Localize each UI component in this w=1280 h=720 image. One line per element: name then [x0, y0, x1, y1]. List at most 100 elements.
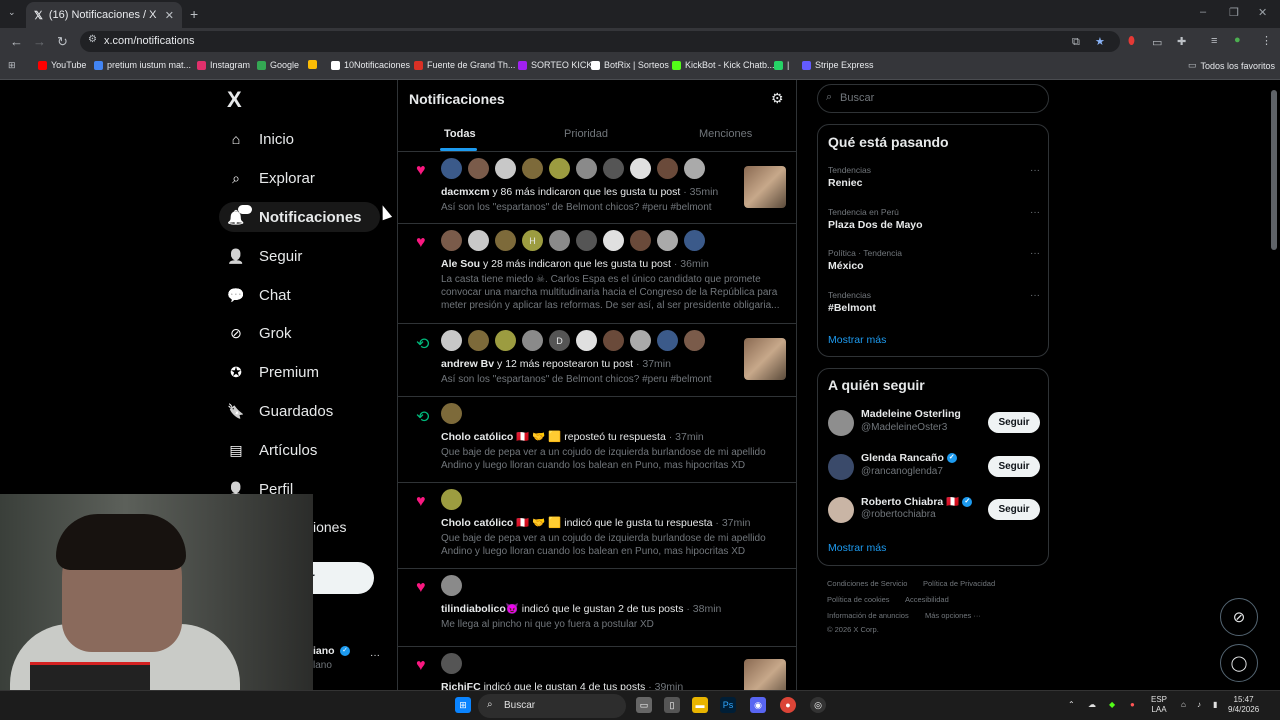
actor-name[interactable]: dacmxcm: [441, 186, 489, 198]
extension-icon[interactable]: ▭: [1152, 36, 1162, 49]
follow-show-more-link[interactable]: Mostrar más: [828, 542, 886, 554]
avatar[interactable]: [441, 653, 462, 674]
bookmark-item[interactable]: SORTEO KICK: [518, 60, 592, 70]
avatar[interactable]: [684, 158, 705, 179]
chrome-icon[interactable]: ●: [780, 697, 796, 713]
trend-more-icon[interactable]: ···: [1030, 207, 1040, 218]
avatar[interactable]: [828, 410, 854, 436]
avatar[interactable]: [684, 230, 705, 251]
avatar[interactable]: [576, 230, 597, 251]
avatar[interactable]: [522, 158, 543, 179]
new-tab-icon[interactable]: +: [190, 6, 198, 22]
account-menu-icon[interactable]: ···: [370, 650, 380, 661]
footer-link[interactable]: Política de Privacidad: [923, 579, 995, 588]
page-scrollbar[interactable]: [1271, 90, 1277, 250]
bookmark-item[interactable]: Stripe Express: [802, 60, 874, 70]
sidebar-item-notificaciones[interactable]: 🔔 16 Notificaciones: [219, 202, 380, 232]
sidebar-item-premium[interactable]: ✪ Premium: [226, 357, 319, 387]
trend-item[interactable]: Política · Tendencia México ···: [828, 248, 1040, 272]
avatar[interactable]: H: [522, 230, 543, 251]
browser-tab[interactable]: 𝕏 (16) Notificaciones / X ✕: [26, 2, 182, 28]
bookmark-item[interactable]: Instagram: [197, 60, 250, 70]
avatar[interactable]: [441, 330, 462, 351]
avatar[interactable]: [630, 330, 651, 351]
avatar[interactable]: [828, 497, 854, 523]
trend-item[interactable]: Tendencia en Perú Plaza Dos de Mayo ···: [828, 207, 1040, 231]
all-bookmarks[interactable]: ▭ Todos los favoritos: [1188, 60, 1275, 71]
bookmark-item[interactable]: |: [774, 60, 789, 70]
post-thumbnail[interactable]: [744, 166, 786, 208]
window-close-icon[interactable]: ✕: [1258, 6, 1267, 19]
follow-name[interactable]: Madeleine Osterling: [861, 408, 961, 420]
tab-menciones[interactable]: Menciones: [699, 128, 752, 140]
sidebar-item-chat[interactable]: 💬 Chat: [226, 280, 290, 310]
discord-icon[interactable]: ◉: [750, 697, 766, 713]
footer-link[interactable]: Más opciones ···: [925, 611, 981, 620]
reload-icon[interactable]: ↻: [57, 34, 68, 50]
forward-icon[interactable]: →: [33, 34, 46, 49]
trend-more-icon[interactable]: ···: [1030, 165, 1040, 176]
avatar[interactable]: [468, 230, 489, 251]
trend-item[interactable]: Tendencias #Belmont ···: [828, 290, 1040, 314]
sidebar-item-guardados[interactable]: 🔖 Guardados: [226, 396, 333, 426]
apps-grid-icon[interactable]: ⊞: [8, 60, 16, 71]
minimize-icon[interactable]: –: [1200, 6, 1206, 18]
actor-name[interactable]: Ale Sou: [441, 258, 480, 270]
avatar[interactable]: [576, 158, 597, 179]
avatar[interactable]: [441, 575, 462, 596]
actor-name[interactable]: tilindiabolico😈: [441, 603, 519, 615]
follow-button[interactable]: Seguir: [988, 455, 1040, 477]
volume-icon[interactable]: ♪: [1197, 700, 1201, 710]
photoshop-icon[interactable]: Ps: [720, 697, 736, 713]
clock[interactable]: 15:47 9/4/2026: [1228, 695, 1259, 715]
bookmark-item[interactable]: pretium iustum mat...: [94, 60, 191, 70]
avatar[interactable]: [603, 230, 624, 251]
tab-prioridad[interactable]: Prioridad: [564, 128, 608, 140]
tray-app-icon[interactable]: ☁: [1088, 700, 1096, 710]
avatar[interactable]: [468, 330, 489, 351]
messages-fab-icon[interactable]: ◯: [1220, 644, 1258, 682]
avatar[interactable]: [603, 330, 624, 351]
bookmark-item[interactable]: 10Notificaciones: [331, 60, 410, 70]
taskbar-search[interactable]: ⌕ Buscar: [478, 694, 626, 718]
search-input[interactable]: ⌕ Buscar: [817, 84, 1049, 113]
settings-gear-icon[interactable]: ⚙: [771, 90, 784, 107]
maximize-icon[interactable]: ❐: [1229, 6, 1239, 19]
windows-start-icon[interactable]: ⊞: [455, 697, 471, 713]
avatar[interactable]: [522, 330, 543, 351]
actor-name[interactable]: Cholo católico: [441, 431, 513, 443]
account-name-partial[interactable]: iano: [313, 645, 335, 657]
avatar[interactable]: [684, 330, 705, 351]
bookmark-item[interactable]: Google: [257, 60, 299, 70]
bookmark-item[interactable]: Fuente de Grand Th...: [414, 60, 515, 70]
sidebar-item-articulos[interactable]: ▤ Artículos: [226, 435, 317, 465]
avatar[interactable]: [441, 230, 462, 251]
avatar[interactable]: D: [549, 330, 570, 351]
bookmark-item[interactable]: BotRix | Sorteos: [591, 60, 669, 70]
footer-link[interactable]: Información de anuncios: [827, 611, 909, 620]
sidebar-item-seguir[interactable]: 👤 Seguir: [226, 241, 302, 271]
battery-icon[interactable]: ▮: [1213, 700, 1217, 710]
obs-icon[interactable]: ◎: [810, 697, 826, 713]
sidebar-item-grok[interactable]: ⊘ Grok: [226, 318, 291, 348]
footer-link[interactable]: Política de cookies: [827, 595, 890, 604]
trend-item[interactable]: Tendencias Reniec ···: [828, 165, 1040, 189]
avatar[interactable]: [441, 158, 462, 179]
notification-row[interactable]: ⟲ Cholo católico 🇵🇪 🤝 🟨 reposteó tu respu…: [398, 397, 796, 483]
sidebar-item-explorar[interactable]: ⌕ Explorar: [226, 163, 315, 193]
network-icon[interactable]: ⌂: [1181, 700, 1186, 710]
media-icon[interactable]: ≡: [1211, 35, 1217, 47]
tab-close-icon[interactable]: ✕: [165, 9, 174, 22]
avatar[interactable]: [495, 230, 516, 251]
notification-row[interactable]: ⟲ Dandrew Bv y 12 más repostearon tu post…: [398, 324, 796, 397]
extension-red-icon[interactable]: ⬮: [1128, 35, 1135, 48]
footer-link[interactable]: Condiciones de Servicio: [827, 579, 907, 588]
browser-menu-icon[interactable]: ⋮: [1261, 34, 1272, 47]
avatar[interactable]: [828, 453, 854, 480]
avatar[interactable]: [441, 489, 462, 510]
tray-kick-icon[interactable]: ◆: [1109, 700, 1115, 710]
actor-name[interactable]: andrew Bv: [441, 358, 494, 370]
site-info-icon[interactable]: ⚙: [88, 34, 97, 45]
tray-overflow-icon[interactable]: ⌃: [1068, 700, 1075, 710]
footer-link[interactable]: Accesibilidad: [905, 595, 949, 604]
